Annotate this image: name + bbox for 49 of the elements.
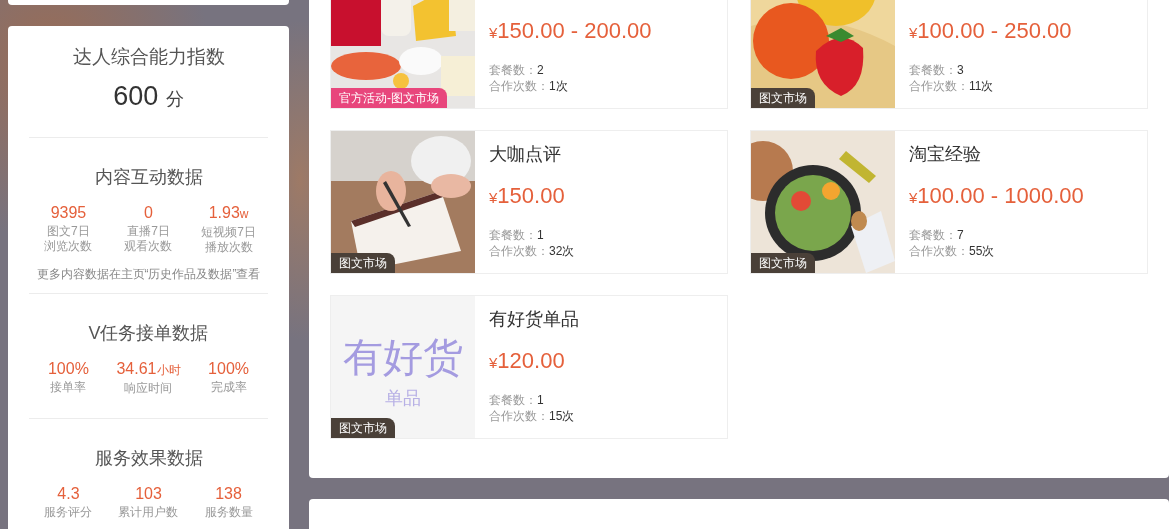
- stat-label: 短视频7日 播放次数: [200, 225, 257, 255]
- meta-line: 套餐数：2: [489, 62, 545, 78]
- section-note: 更多内容数据在主页“历史作品及数据”查看: [35, 267, 262, 283]
- score-title: 达人综合能力指数: [71, 45, 226, 69]
- meta-line: 合作次数：11次: [909, 78, 995, 94]
- section-title: 内容互动数据: [93, 166, 204, 189]
- product-price: ¥150.00: [489, 183, 566, 210]
- stat-value: 1.93w: [207, 203, 250, 223]
- product-title: 淘宝经验: [909, 143, 982, 165]
- stat-value: 100%: [207, 359, 250, 379]
- section-title: 服务效果数据: [93, 447, 204, 470]
- stat-label: 服务数量: [203, 505, 254, 520]
- score-value: 600 分: [112, 80, 185, 113]
- stat-value: 34.61小时: [115, 359, 182, 379]
- category-badge: 图文市场: [751, 253, 815, 273]
- stat-label: 累计用户数: [117, 505, 180, 520]
- category-badge: 官方活动-图文市场: [331, 88, 447, 108]
- stat-value: 4.3: [56, 484, 81, 504]
- stat-label: 接单率: [49, 380, 88, 395]
- meta-line: 套餐数：1: [489, 227, 545, 243]
- product-price: ¥100.00 - 250.00: [909, 18, 1072, 45]
- stat-value: 0: [143, 203, 154, 223]
- stat-label: 图文7日 浏览次数: [43, 224, 94, 254]
- stat-label: 完成率: [209, 380, 248, 395]
- meta-line: 合作次数：1次: [489, 78, 569, 94]
- placeholder-text: 单品: [385, 388, 421, 408]
- stat-value: 100%: [46, 359, 90, 379]
- placeholder-text: 有好货: [343, 334, 463, 380]
- meta-line: 合作次数：55次: [909, 243, 996, 259]
- stat-value: 103: [134, 484, 163, 504]
- product-price: ¥150.00 - 200.00: [489, 18, 652, 45]
- meta-line: 套餐数：1: [489, 392, 545, 408]
- meta-line: 套餐数：3: [909, 62, 965, 78]
- meta-line: 套餐数：7: [909, 227, 965, 243]
- stat-label: 响应时间: [123, 381, 174, 396]
- product-title: 有好货单品: [489, 308, 579, 330]
- stat-label: 服务评分: [43, 505, 94, 520]
- stat-value: 138: [214, 484, 243, 504]
- category-badge: 图文市场: [331, 418, 395, 438]
- product-title: 大咖点评: [489, 143, 562, 165]
- meta-line: 合作次数：15次: [489, 408, 576, 424]
- stat-label: 直播7日 观看次数: [123, 224, 174, 254]
- category-badge: 图文市场: [751, 88, 815, 108]
- product-price: ¥120.00: [489, 348, 566, 375]
- section-title: V任务接单数据: [87, 322, 210, 345]
- stat-value: 9395: [49, 203, 88, 223]
- product-price: ¥100.00 - 1000.00: [909, 183, 1084, 210]
- meta-line: 合作次数：32次: [489, 243, 575, 259]
- category-badge: 图文市场: [331, 253, 395, 273]
